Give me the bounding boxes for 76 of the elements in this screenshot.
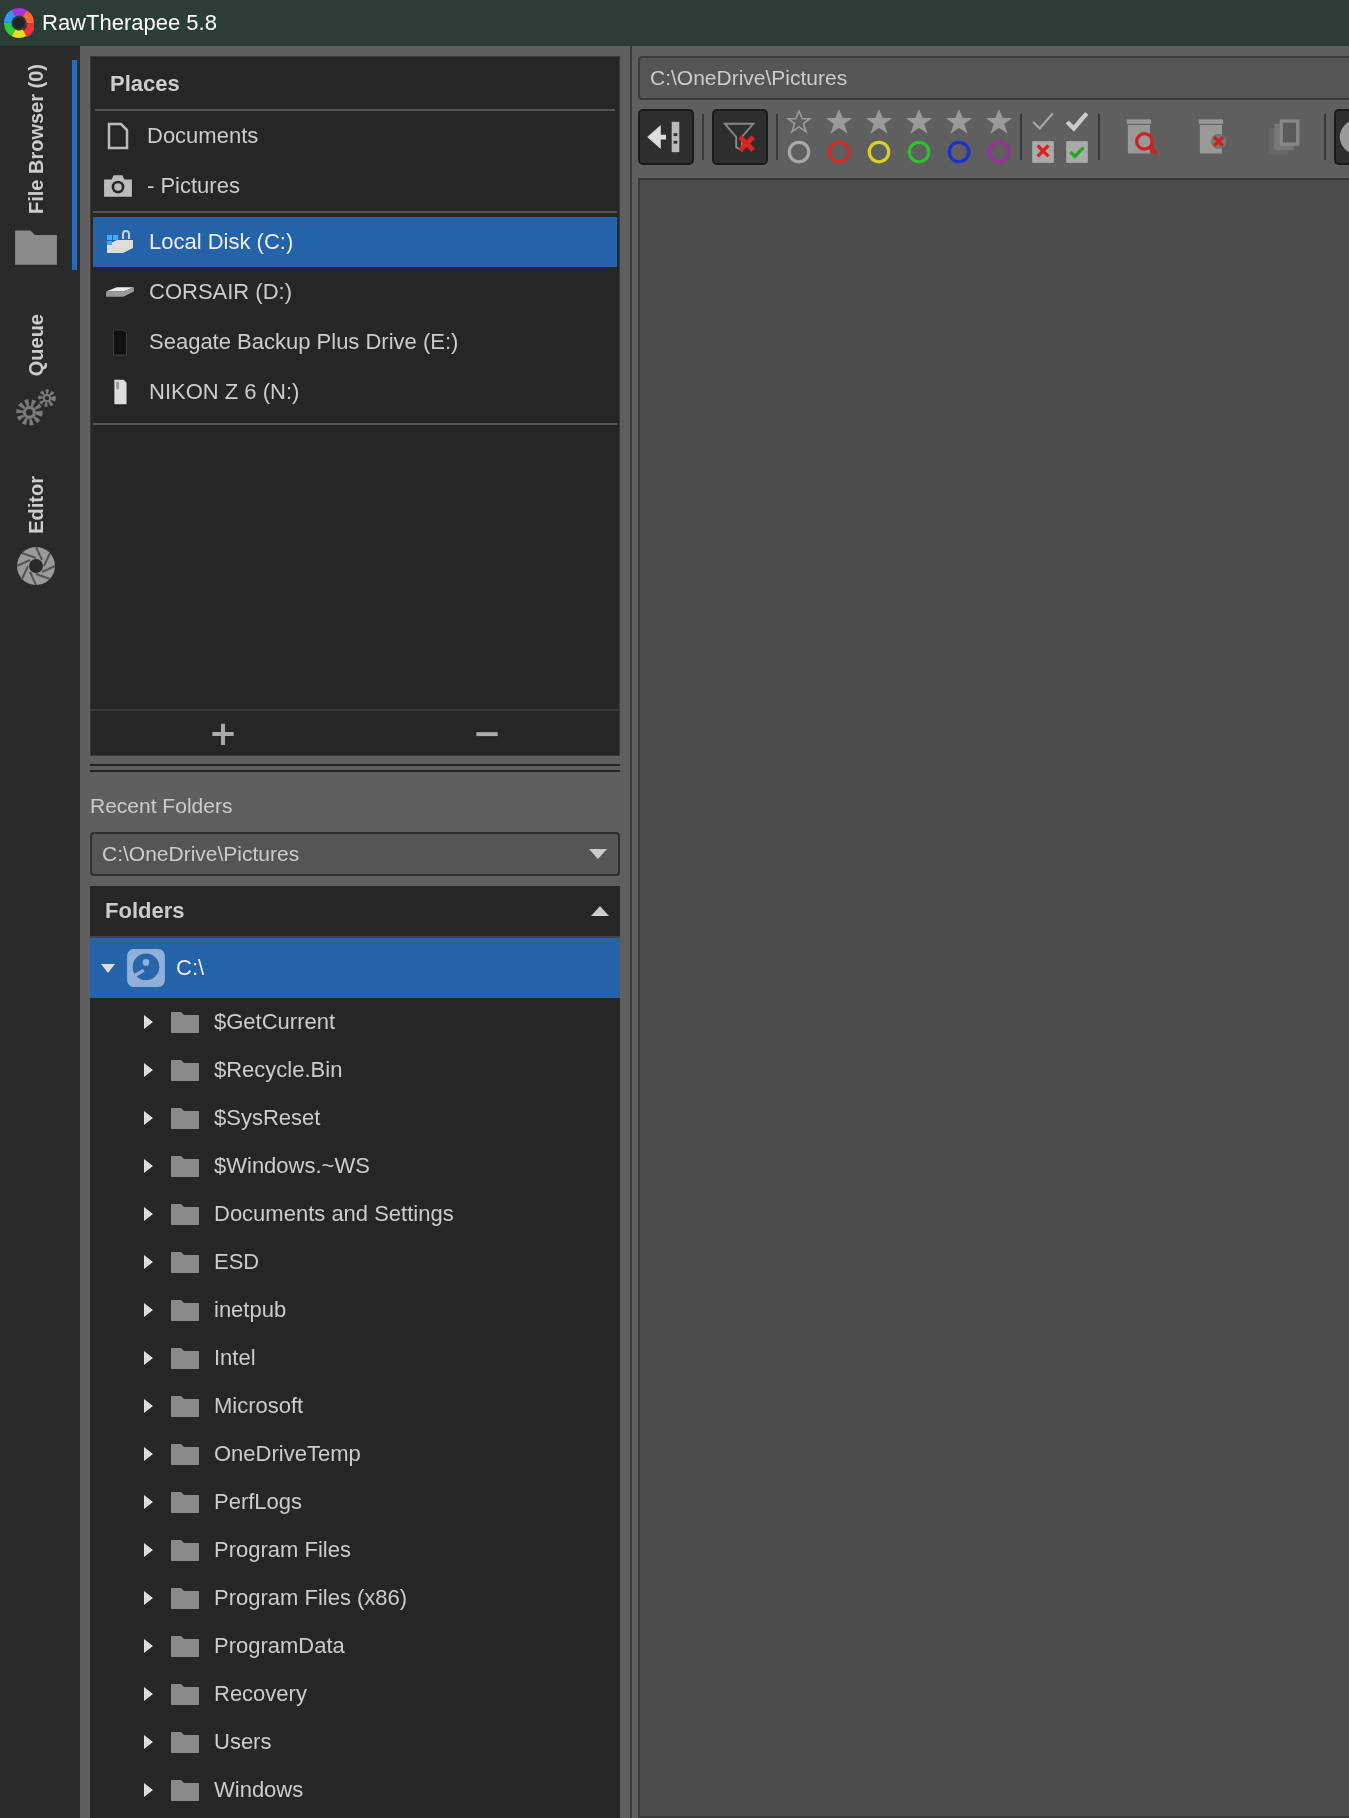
disk-icon bbox=[105, 228, 135, 256]
star-filter-icon[interactable] bbox=[786, 109, 812, 135]
drive-item[interactable]: CORSAIR (D:) bbox=[93, 267, 617, 317]
tree-item[interactable]: C:\ bbox=[90, 938, 620, 998]
aperture-icon bbox=[14, 546, 58, 587]
camera-icon bbox=[103, 172, 133, 200]
folder-icon bbox=[170, 1442, 200, 1466]
place-item[interactable]: - Pictures bbox=[91, 161, 619, 211]
star-filter-icon[interactable] bbox=[906, 109, 932, 135]
folder-icon bbox=[170, 1538, 200, 1562]
collapse-icon[interactable] bbox=[590, 905, 610, 917]
drive-item[interactable]: Seagate Backup Plus Drive (E:) bbox=[93, 317, 617, 367]
color-label-filter-icon[interactable] bbox=[986, 139, 1012, 165]
place-item[interactable]: Documents bbox=[91, 111, 619, 161]
tree-item[interactable]: PerfLogs bbox=[90, 1478, 620, 1526]
recent-folders-dropdown[interactable]: C:\OneDrive\Pictures bbox=[90, 832, 620, 876]
tree-item[interactable]: Windows bbox=[90, 1766, 620, 1814]
side-tab[interactable]: Queue bbox=[0, 310, 77, 433]
remove-button[interactable]: − bbox=[355, 711, 619, 755]
folder-icon bbox=[170, 1298, 200, 1322]
star-filter-icon[interactable] bbox=[866, 109, 892, 135]
folder-icon bbox=[170, 1682, 200, 1706]
tree-item[interactable]: $Windows.~WS bbox=[90, 1142, 620, 1190]
tree-item[interactable]: OneDriveTemp bbox=[90, 1430, 620, 1478]
folder-icon bbox=[170, 1010, 200, 1034]
color-label-filter-icon[interactable] bbox=[826, 139, 852, 165]
unsaved-filter-icon[interactable] bbox=[1030, 139, 1056, 165]
folder-icon bbox=[170, 1154, 200, 1178]
tree-item[interactable]: ESD bbox=[90, 1238, 620, 1286]
folder-icon bbox=[170, 1202, 200, 1226]
tree-item[interactable]: Microsoft bbox=[90, 1382, 620, 1430]
recent-folders-label: Recent Folders bbox=[90, 793, 234, 819]
clear-filter-button[interactable] bbox=[712, 109, 768, 165]
color-label-filter-icon[interactable] bbox=[946, 139, 972, 165]
tree-item[interactable]: $GetCurrent bbox=[90, 998, 620, 1046]
gears-icon bbox=[14, 388, 58, 429]
folder-icon bbox=[170, 1490, 200, 1514]
panel-toggle-button[interactable] bbox=[638, 109, 694, 165]
tree-item[interactable]: Program Files bbox=[90, 1526, 620, 1574]
tree-item[interactable]: ProgramData bbox=[90, 1622, 620, 1670]
folder-icon bbox=[170, 1586, 200, 1610]
folder-icon bbox=[170, 1778, 200, 1802]
color-wheel-icon bbox=[4, 8, 34, 38]
star-filter-icon[interactable] bbox=[826, 109, 852, 135]
window-title: RawTherapee 5.8 bbox=[42, 10, 217, 36]
folder-icon bbox=[170, 1730, 200, 1754]
drive-icon bbox=[105, 286, 135, 298]
folder-icon bbox=[170, 1106, 200, 1130]
star-filter-icon[interactable] bbox=[986, 109, 1012, 135]
folder-icon bbox=[170, 1394, 200, 1418]
hard-drive-icon bbox=[126, 948, 166, 988]
folder-icon bbox=[170, 1346, 200, 1370]
color-label-filter-icon[interactable] bbox=[786, 139, 812, 165]
splitter-handle[interactable] bbox=[90, 764, 620, 772]
color-label-filter-icon[interactable] bbox=[906, 139, 932, 165]
add-button[interactable]: + bbox=[91, 711, 355, 755]
tree-item[interactable]: $Recycle.Bin bbox=[90, 1046, 620, 1094]
tree-item[interactable]: $SysReset bbox=[90, 1094, 620, 1142]
tree-item[interactable]: Users bbox=[90, 1718, 620, 1766]
caret-icon bbox=[588, 848, 608, 860]
drive-item[interactable]: NIKON Z 6 (N:) bbox=[93, 367, 617, 417]
drive-item[interactable]: Local Disk (C:) bbox=[93, 217, 617, 267]
panel-header: Places bbox=[95, 57, 615, 111]
side-tab[interactable]: Editor bbox=[0, 472, 77, 591]
folder-icon bbox=[170, 1058, 200, 1082]
saved-filter-icon[interactable] bbox=[1064, 139, 1090, 165]
tree-item[interactable]: Intel bbox=[90, 1334, 620, 1382]
path-field[interactable]: C:\OneDrive\Pictures bbox=[638, 56, 1349, 100]
tree-item[interactable]: inetpub bbox=[90, 1286, 620, 1334]
star-filter-icon[interactable] bbox=[946, 109, 972, 135]
folder-icon bbox=[170, 1250, 200, 1274]
panel-header: Folders bbox=[105, 898, 185, 924]
tree-item[interactable]: Program Files (x86) bbox=[90, 1574, 620, 1622]
tree-item[interactable]: Recovery bbox=[90, 1670, 620, 1718]
tree-item[interactable]: Documents and Settings bbox=[90, 1190, 620, 1238]
folder-icon bbox=[170, 1634, 200, 1658]
